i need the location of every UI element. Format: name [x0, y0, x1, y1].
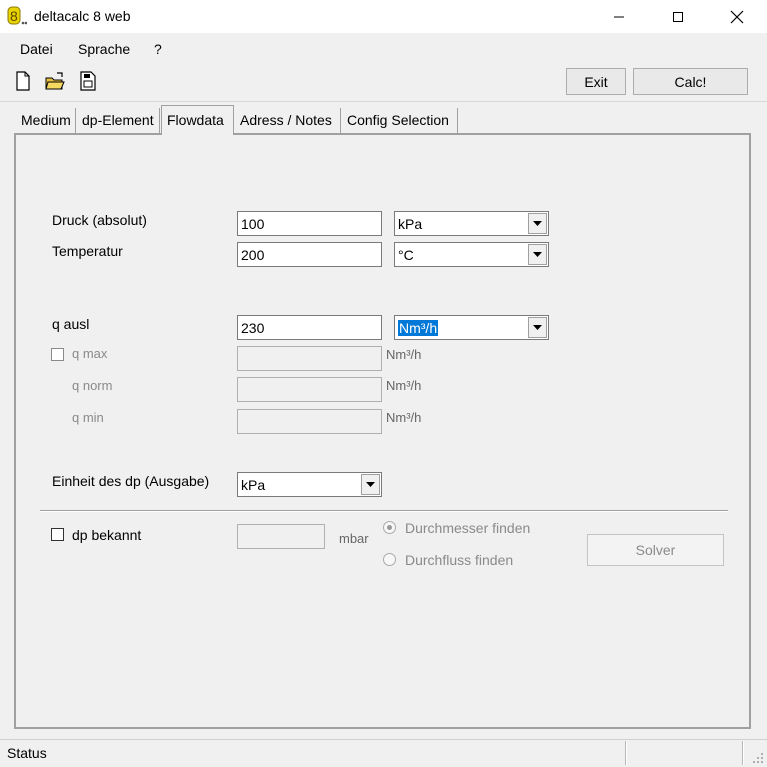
radio-durchfluss-finden[interactable]	[383, 553, 396, 566]
q-max-unit: Nm³/h	[386, 347, 422, 362]
new-file-icon[interactable]	[13, 70, 33, 92]
status-bar	[0, 739, 767, 767]
druck-unit-select[interactable]: kPa	[394, 211, 549, 236]
radio-dot-icon	[387, 525, 392, 530]
tab-dp-element[interactable]: dp-Element	[77, 108, 160, 133]
temperatur-unit-select[interactable]: °C	[394, 242, 549, 267]
status-divider	[625, 741, 627, 765]
close-icon	[730, 10, 744, 23]
temperatur-input[interactable]: 200	[237, 242, 382, 267]
q-norm-label: q norm	[72, 378, 113, 393]
menu-datei[interactable]: Datei	[20, 41, 53, 57]
window-title: deltacalc 8 web	[34, 8, 131, 24]
temperatur-unit-value: °C	[398, 247, 414, 263]
einheit-dp-value: kPa	[241, 477, 266, 493]
save-icon[interactable]	[78, 70, 98, 92]
radio-durchfluss-label: Durchfluss finden	[405, 552, 514, 568]
resize-grip-icon[interactable]	[750, 750, 764, 764]
tab-flowdata[interactable]: Flowdata	[161, 105, 234, 135]
exit-button[interactable]: Exit	[566, 68, 626, 95]
q-min-label: q min	[72, 410, 104, 425]
calc-button[interactable]: Calc!	[633, 68, 748, 95]
radio-durchmesser-finden[interactable]	[383, 521, 396, 534]
chevron-down-icon[interactable]	[528, 244, 547, 265]
q-min-unit: Nm³/h	[386, 410, 422, 425]
radio-durchmesser-label: Durchmesser finden	[405, 520, 531, 536]
tab-config-selection[interactable]: Config Selection	[342, 108, 458, 133]
maximize-icon	[673, 11, 683, 22]
druck-label: Druck (absolut)	[52, 212, 147, 228]
q-min-input[interactable]	[237, 409, 382, 434]
separator	[40, 510, 728, 512]
menu-sprache[interactable]: Sprache	[78, 41, 130, 57]
status-text: Status	[7, 745, 47, 761]
druck-input[interactable]: 100	[237, 211, 382, 236]
temperatur-label: Temperatur	[52, 243, 123, 259]
q-max-label: q max	[72, 346, 108, 361]
einheit-dp-select[interactable]: kPa	[237, 472, 382, 497]
tab-adress-notes[interactable]: Adress / Notes	[235, 108, 341, 133]
minimize-icon	[614, 16, 624, 17]
q-max-checkbox[interactable]	[51, 348, 64, 361]
close-button[interactable]	[708, 0, 766, 33]
maximize-button[interactable]	[649, 0, 707, 33]
q-ausl-label: q ausl	[52, 316, 90, 332]
q-ausl-input[interactable]: 230	[237, 315, 382, 340]
q-ausl-unit-select[interactable]: Nm³/h	[394, 315, 549, 340]
deltacalc-app-icon: 8	[7, 6, 27, 25]
chevron-down-icon[interactable]	[361, 474, 380, 495]
menu-help[interactable]: ?	[154, 41, 162, 57]
solver-button[interactable]: Solver	[587, 534, 724, 566]
q-max-input[interactable]	[237, 346, 382, 371]
open-folder-icon[interactable]	[45, 70, 65, 92]
tab-medium[interactable]: Medium	[16, 108, 76, 133]
einheit-dp-label: Einheit des dp (Ausgabe)	[52, 473, 210, 489]
druck-unit-value: kPa	[398, 216, 423, 232]
dp-bekannt-label: dp bekannt	[72, 527, 142, 543]
status-divider	[742, 741, 744, 765]
q-ausl-unit-value: Nm³/h	[398, 320, 439, 336]
chevron-down-icon[interactable]	[528, 213, 547, 234]
svg-text:8: 8	[10, 8, 18, 24]
q-norm-input[interactable]	[237, 377, 382, 402]
dp-bekannt-unit: mbar	[339, 531, 369, 546]
dp-bekannt-input[interactable]	[237, 524, 325, 549]
dp-bekannt-checkbox[interactable]	[51, 528, 64, 541]
chevron-down-icon[interactable]	[528, 317, 547, 338]
q-norm-unit: Nm³/h	[386, 378, 422, 393]
minimize-button[interactable]	[590, 0, 648, 33]
